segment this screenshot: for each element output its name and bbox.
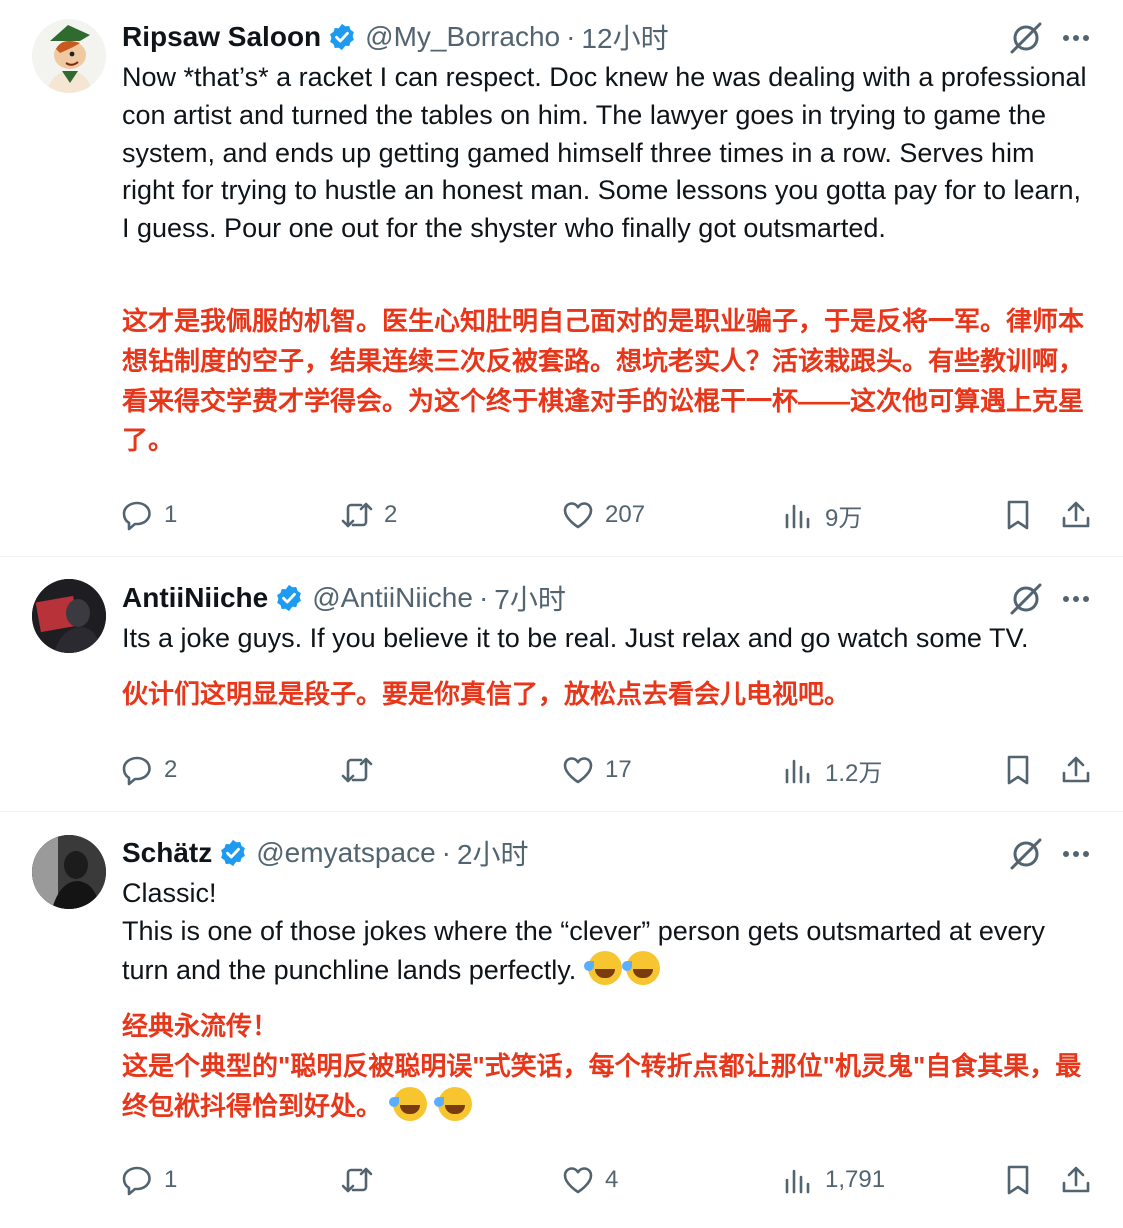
tweet-text-original: Its a joke guys. If you believe it to be… xyxy=(122,623,1029,653)
tweet-text-translation: 经典永流传！ 这是个典型的"聪明反被聪明误"式笑话，每个转折点都让那位"机灵鬼"… xyxy=(122,1007,1092,1126)
rolling-laughing-emoji-icon xyxy=(434,1086,473,1121)
grok-icon[interactable] xyxy=(1006,18,1046,58)
reply-icon xyxy=(120,498,154,532)
view-count: 1.2万 xyxy=(825,759,883,787)
verified-badge-icon[interactable] xyxy=(218,838,248,868)
retweet-icon xyxy=(340,753,374,787)
verified-badge-icon[interactable] xyxy=(274,583,304,613)
tweet-text-translation: 这才是我佩服的机智。医生心知肚明自己面对的是职业骗子，于是反将一军。律师本想钻制… xyxy=(122,306,1085,456)
timestamp[interactable]: 12小时 xyxy=(581,17,668,57)
bookmark-icon xyxy=(1001,753,1035,787)
tweet-text-line: Classic! xyxy=(122,878,217,908)
reply-count: 1 xyxy=(164,501,178,528)
reply-icon xyxy=(120,753,154,787)
timestamp[interactable]: 2小时 xyxy=(457,833,529,873)
views-chart-icon xyxy=(781,1163,815,1197)
like-count: 17 xyxy=(605,756,632,783)
bookmark-button[interactable] xyxy=(1001,1160,1045,1200)
like-button[interactable]: 4 xyxy=(561,1160,618,1200)
verified-badge-icon[interactable] xyxy=(327,22,357,52)
more-options-icon[interactable] xyxy=(1058,836,1094,872)
action-bar: 1 2 207 9万 xyxy=(0,495,1123,535)
tweet-text-original: Classic! This is one of those jokes wher… xyxy=(122,875,1092,989)
avatar[interactable] xyxy=(32,579,106,653)
separator-dot: · xyxy=(441,837,451,868)
retweet-icon xyxy=(340,1163,374,1197)
heart-icon xyxy=(561,498,595,532)
more-options-icon[interactable] xyxy=(1058,581,1094,617)
dark-avatar-image xyxy=(32,579,106,653)
share-icon xyxy=(1059,498,1093,532)
user-handle[interactable]: @emyatspace xyxy=(256,837,435,869)
translation-line: 经典永流传！ xyxy=(122,1011,279,1041)
tweet-3[interactable]: Schätz @emyatspace · 2小时 Classic! This i… xyxy=(0,812,1123,1228)
views-button[interactable]: 9万 xyxy=(781,495,862,535)
share-button[interactable] xyxy=(1059,750,1103,790)
grok-icon[interactable] xyxy=(1006,834,1046,874)
share-button[interactable] xyxy=(1059,495,1103,535)
translation-line: 这是个典型的"聪明反被聪明误"式笑话，每个转折点都让那位"机灵鬼"自食其果，最终… xyxy=(122,1047,1092,1127)
tweet-2[interactable]: AntiiNiiche @AntiiNiiche · 7小时 Its a jok… xyxy=(0,557,1123,812)
reply-button[interactable]: 2 xyxy=(120,750,177,790)
heart-icon xyxy=(561,1163,595,1197)
share-button[interactable] xyxy=(1059,1160,1103,1200)
tweet-header: Ripsaw Saloon @My_Borracho · 12小时 xyxy=(122,17,669,57)
share-icon xyxy=(1059,1163,1093,1197)
rolling-laughing-emoji-icon xyxy=(583,950,622,985)
photo-avatar-image xyxy=(32,835,106,909)
reply-icon xyxy=(120,1163,154,1197)
translation-span: 这是个典型的"聪明反被聪明误"式笑话，每个转折点都让那位"机灵鬼"自食其果，最终… xyxy=(122,1050,1082,1121)
like-button[interactable]: 17 xyxy=(561,750,632,790)
rolling-laughing-emoji-icon xyxy=(389,1086,428,1121)
action-bar: 2 17 1.2万 xyxy=(0,750,1123,790)
action-bar: 1 4 1,791 xyxy=(0,1160,1123,1200)
retweet-button[interactable] xyxy=(340,750,384,790)
views-button[interactable]: 1,791 xyxy=(781,1160,885,1200)
bookmark-icon xyxy=(1001,1163,1035,1197)
avatar[interactable] xyxy=(32,835,106,909)
display-name[interactable]: AntiiNiiche xyxy=(122,582,268,614)
retweet-button[interactable] xyxy=(340,1160,384,1200)
reply-count: 2 xyxy=(164,756,178,783)
timestamp[interactable]: 7小时 xyxy=(494,578,566,618)
display-name[interactable]: Schätz xyxy=(122,837,212,869)
share-icon xyxy=(1059,753,1093,787)
grok-icon[interactable] xyxy=(1006,579,1046,619)
separator-dot: · xyxy=(478,582,489,613)
retweet-icon xyxy=(340,498,374,532)
reply-count: 1 xyxy=(164,1166,178,1193)
view-count: 9万 xyxy=(825,504,863,532)
more-options-icon[interactable] xyxy=(1058,20,1094,56)
retweet-button[interactable]: 2 xyxy=(340,495,397,535)
views-chart-icon xyxy=(781,498,815,532)
display-name[interactable]: Ripsaw Saloon xyxy=(122,21,321,53)
reply-button[interactable]: 1 xyxy=(120,495,177,535)
retweet-count: 2 xyxy=(384,501,398,528)
avatar[interactable] xyxy=(32,19,106,93)
like-count: 4 xyxy=(605,1166,619,1193)
rolling-laughing-emoji-icon xyxy=(621,950,660,985)
user-handle[interactable]: @My_Borracho xyxy=(365,21,560,53)
tweet-text-line: This is one of those jokes where the “cl… xyxy=(122,913,1092,990)
like-count: 207 xyxy=(605,501,646,528)
tweet-header: AntiiNiiche @AntiiNiiche · 7小时 xyxy=(122,578,566,618)
views-button[interactable]: 1.2万 xyxy=(781,750,882,790)
separator-dot: · xyxy=(566,21,576,52)
bookmark-button[interactable] xyxy=(1001,495,1045,535)
cartoon-avatar-image xyxy=(32,19,106,93)
tweet-header: Schätz @emyatspace · 2小时 xyxy=(122,833,529,873)
bookmark-button[interactable] xyxy=(1001,750,1045,790)
tweet-text-original: Now *that’s* a racket I can respect. Doc… xyxy=(122,62,1087,244)
view-count: 1,791 xyxy=(825,1166,886,1193)
user-handle[interactable]: @AntiiNiiche xyxy=(312,582,473,614)
like-button[interactable]: 207 xyxy=(561,495,645,535)
reply-button[interactable]: 1 xyxy=(120,1160,177,1200)
views-chart-icon xyxy=(781,753,815,787)
bookmark-icon xyxy=(1001,498,1035,532)
tweet-text-span: This is one of those jokes where the “cl… xyxy=(122,915,1045,985)
tweet-text-translation: 伙计们这明显是段子。要是你真信了，放松点去看会儿电视吧。 xyxy=(122,679,851,709)
heart-icon xyxy=(561,753,595,787)
tweet-1[interactable]: Ripsaw Saloon @My_Borracho · 12小时 Now *t… xyxy=(0,0,1123,557)
